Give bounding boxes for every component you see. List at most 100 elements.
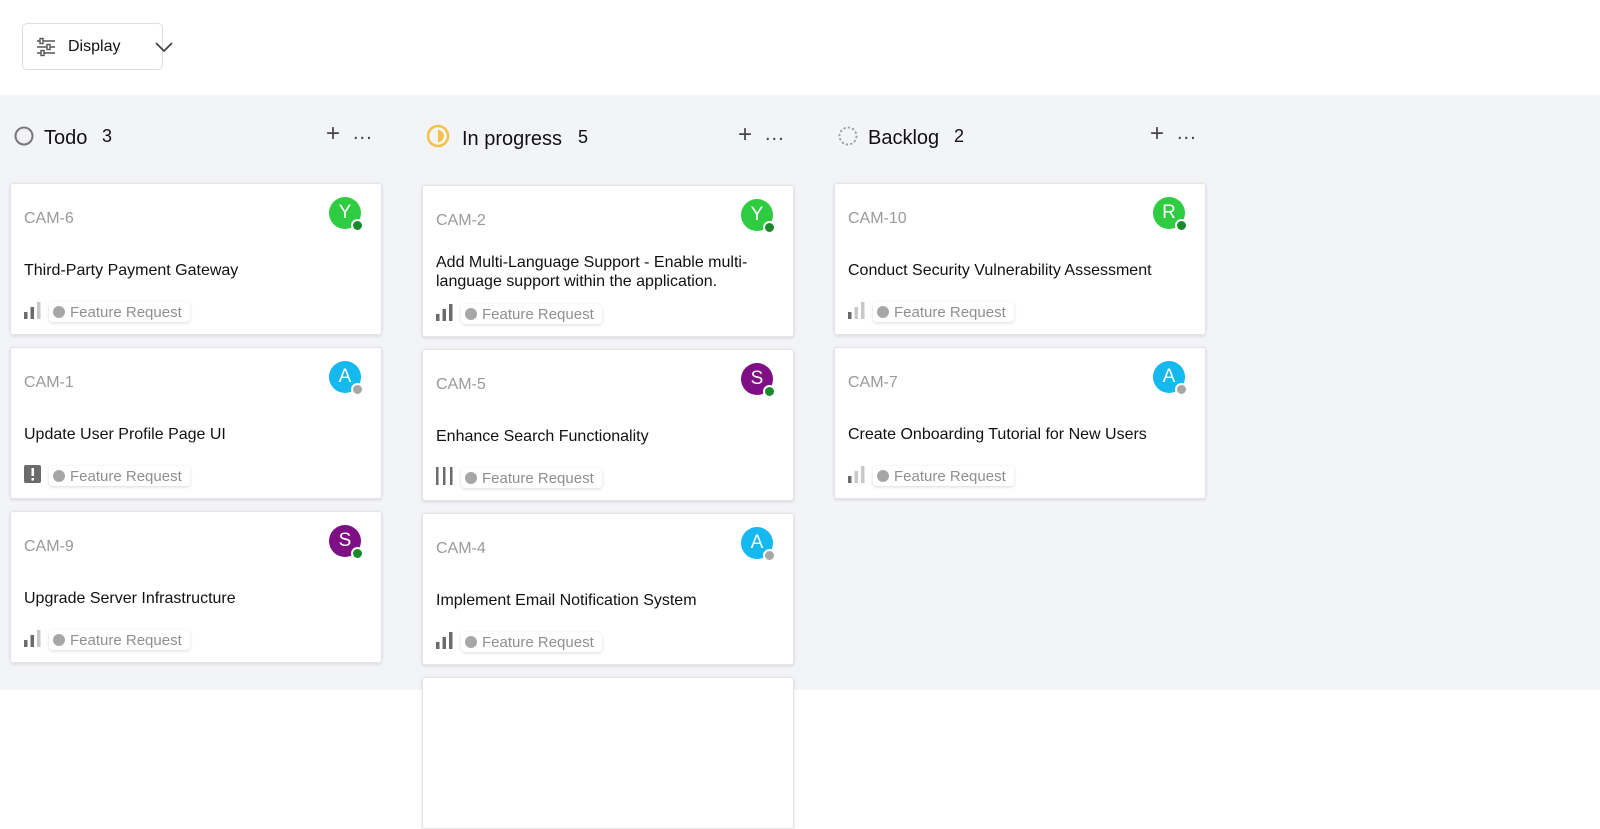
top-toolbar: Display bbox=[0, 0, 1600, 95]
presence-dot bbox=[351, 547, 364, 560]
priority-low-icon[interactable] bbox=[848, 300, 866, 320]
avatar-initial: A bbox=[750, 532, 764, 553]
column-title: Todo bbox=[44, 127, 88, 149]
label-text: Feature Request bbox=[70, 631, 182, 649]
label-tag[interactable]: Feature Request bbox=[873, 466, 1014, 486]
issue-id: CAM-1 bbox=[24, 374, 74, 391]
column-title: Backlog bbox=[868, 127, 940, 149]
label-color-dot bbox=[53, 470, 65, 482]
avatar[interactable]: Y bbox=[329, 197, 364, 232]
label-tag[interactable]: Feature Request bbox=[461, 632, 602, 652]
column-header-backlog: Backlog 2 + ... bbox=[838, 122, 1198, 152]
avatar[interactable]: A bbox=[741, 527, 776, 562]
chevron-down-icon bbox=[155, 42, 173, 53]
issue-id: CAM-5 bbox=[436, 376, 486, 393]
avatar-initial: Y bbox=[750, 204, 764, 225]
circle-empty-icon bbox=[14, 126, 34, 146]
column-header-todo: Todo 3 + ... bbox=[14, 122, 374, 152]
dashed-circle-icon bbox=[838, 126, 858, 146]
avatar-initial: A bbox=[1162, 366, 1176, 387]
half-circle-icon bbox=[426, 124, 450, 148]
label-text: Feature Request bbox=[70, 303, 182, 321]
presence-dot bbox=[763, 549, 776, 562]
label-color-dot bbox=[465, 308, 477, 320]
label-tag[interactable]: Feature Request bbox=[49, 630, 190, 650]
label-text: Feature Request bbox=[482, 305, 594, 323]
priority-medium-icon[interactable] bbox=[24, 628, 42, 648]
label-tag[interactable]: Feature Request bbox=[461, 468, 602, 488]
issue-id: CAM-6 bbox=[24, 210, 74, 227]
column-count: 3 bbox=[102, 126, 113, 146]
priority-low-icon[interactable] bbox=[848, 464, 866, 484]
issue-title: Update User Profile Page UI bbox=[24, 426, 226, 443]
urgent-priority-icon[interactable] bbox=[24, 464, 42, 484]
issue-card[interactable]: CAM-4 A Implement Email Notification Sys… bbox=[422, 513, 794, 665]
label-color-dot bbox=[465, 636, 477, 648]
column-menu-button[interactable]: ... bbox=[765, 123, 785, 145]
issue-title: Upgrade Server Infrastructure bbox=[24, 590, 236, 607]
issue-card[interactable]: CAM-6 Y Third-Party Payment Gateway Feat… bbox=[10, 183, 382, 335]
avatar-initial: S bbox=[750, 368, 764, 389]
display-button[interactable]: Display bbox=[22, 23, 173, 70]
label-tag[interactable]: Feature Request bbox=[461, 304, 602, 324]
presence-dot bbox=[1175, 219, 1188, 232]
avatar[interactable]: R bbox=[1153, 197, 1188, 232]
issue-card[interactable]: CAM-9 S Upgrade Server Infrastructure Fe… bbox=[10, 511, 382, 663]
column-count: 5 bbox=[578, 127, 589, 147]
label-tag[interactable]: Feature Request bbox=[49, 466, 190, 486]
issue-title: Enhance Search Functionality bbox=[436, 428, 649, 445]
issue-title: Third-Party Payment Gateway bbox=[24, 262, 239, 279]
issue-card[interactable]: CAM-1 A Update User Profile Page UI Feat… bbox=[10, 347, 382, 499]
column-header-in-progress: In progress 5 + ... bbox=[426, 123, 786, 153]
avatar-initial: S bbox=[338, 530, 352, 551]
label-color-dot bbox=[877, 306, 889, 318]
avatar[interactable]: A bbox=[329, 361, 364, 396]
no-priority-icon[interactable] bbox=[436, 466, 454, 486]
priority-high-icon[interactable] bbox=[436, 630, 454, 650]
avatar[interactable]: S bbox=[741, 363, 776, 398]
add-issue-button[interactable]: + bbox=[1150, 122, 1164, 146]
priority-medium-icon[interactable] bbox=[24, 300, 42, 320]
presence-dot bbox=[351, 383, 364, 396]
label-tag[interactable]: Feature Request bbox=[873, 302, 1014, 322]
avatar[interactable]: Y bbox=[741, 199, 776, 234]
avatar[interactable]: A bbox=[1153, 361, 1188, 396]
label-tag[interactable]: Feature Request bbox=[49, 302, 190, 322]
sliders-icon bbox=[37, 37, 55, 57]
issue-card[interactable]: CAM-10 R Conduct Security Vulnerability … bbox=[834, 183, 1206, 335]
presence-dot bbox=[763, 221, 776, 234]
issue-id: CAM-7 bbox=[848, 374, 898, 391]
kanban-board: Todo 3 + ... CAM-6 Y Third-Party Payment… bbox=[0, 95, 1600, 829]
label-color-dot bbox=[465, 472, 477, 484]
presence-dot bbox=[1175, 383, 1188, 396]
avatar-initial: A bbox=[338, 366, 352, 387]
issue-id: CAM-9 bbox=[24, 538, 74, 555]
issue-card-partial[interactable] bbox=[422, 677, 794, 829]
issue-title: Add Multi-Language Support - Enable mult… bbox=[436, 254, 748, 290]
avatar[interactable]: S bbox=[329, 525, 364, 560]
presence-dot bbox=[351, 219, 364, 232]
add-issue-button[interactable]: + bbox=[326, 122, 340, 146]
issue-card[interactable]: CAM-2 Y Add Multi-Language Support - Ena… bbox=[422, 185, 794, 337]
issue-card[interactable]: CAM-5 S Enhance Search Functionality Fea… bbox=[422, 349, 794, 501]
issue-id: CAM-4 bbox=[436, 540, 486, 557]
issue-id: CAM-10 bbox=[848, 210, 907, 227]
label-color-dot bbox=[877, 470, 889, 482]
column-menu-button[interactable]: ... bbox=[353, 122, 373, 144]
issue-card[interactable]: CAM-7 A Create Onboarding Tutorial for N… bbox=[834, 347, 1206, 499]
display-button-label: Display bbox=[68, 38, 121, 55]
column-count: 2 bbox=[954, 126, 965, 146]
column-menu-button[interactable]: ... bbox=[1177, 122, 1197, 144]
label-text: Feature Request bbox=[482, 633, 594, 651]
column-title: In progress bbox=[462, 128, 563, 150]
priority-high-icon[interactable] bbox=[436, 302, 454, 322]
label-text: Feature Request bbox=[894, 303, 1006, 321]
add-issue-button[interactable]: + bbox=[738, 123, 752, 147]
label-text: Feature Request bbox=[894, 467, 1006, 485]
avatar-initial: Y bbox=[338, 202, 352, 223]
issue-title: Create Onboarding Tutorial for New Users bbox=[848, 426, 1147, 443]
presence-dot bbox=[763, 385, 776, 398]
issue-title: Implement Email Notification System bbox=[436, 592, 697, 609]
issue-id: CAM-2 bbox=[436, 212, 486, 229]
avatar-initial: R bbox=[1162, 202, 1176, 223]
